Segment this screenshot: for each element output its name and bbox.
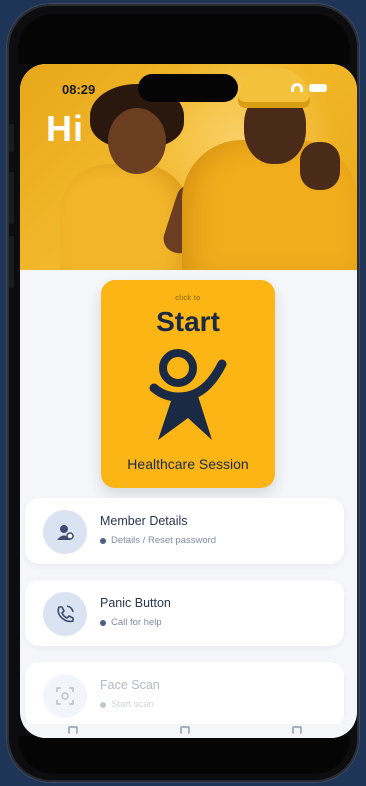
panic-button-title: Panic Button [100,596,171,610]
start-title: Start [156,306,220,337]
bullet-icon [100,619,106,626]
start-caption: Healthcare Session [127,456,249,472]
phone-top-bezel [18,14,350,64]
status-time: 08:29 [62,82,96,97]
face-scan-icon [43,674,87,718]
phone-volume-down [9,236,14,288]
member-id-icon [43,510,87,554]
bullet-icon [100,701,106,708]
face-scan-subtitle: Start scan [111,699,154,710]
dynamic-island [138,74,238,102]
start-subtitle: click to [175,295,201,302]
running-person-icon [149,349,227,440]
phone-volume-up [9,172,14,224]
tab-home-icon[interactable] [68,726,78,734]
tab-center-icon[interactable] [180,726,190,734]
member-details-subtitle: Details / Reset password [111,535,217,546]
start-session-button[interactable]: click to Start Healthcare Session [101,280,275,488]
panic-button-item[interactable]: Panic Button Call for help [25,580,344,646]
face-scan-item[interactable]: Face Scan Start scan [25,662,344,728]
phone-alert-icon [43,592,87,636]
panic-button-subtitle: Call for help [111,617,162,628]
app-screen: 08:29 Hi click to Start Healthcare Sessi… [20,64,357,738]
status-icons [291,83,327,92]
phone-side-button [9,124,14,152]
hero-banner: 08:29 Hi [20,64,357,270]
greeting-text: Hi [46,108,84,149]
face-scan-title: Face Scan [100,678,160,692]
bottom-tab-bar [20,724,357,738]
bullet-icon [100,537,106,544]
member-details-title: Member Details [100,514,188,528]
battery-icon [309,83,327,92]
tab-menu-icon[interactable] [292,726,302,734]
phone-bottom-bezel [18,736,350,774]
wifi-icon [291,83,303,92]
member-details-item[interactable]: Member Details Details / Reset password [25,498,344,564]
